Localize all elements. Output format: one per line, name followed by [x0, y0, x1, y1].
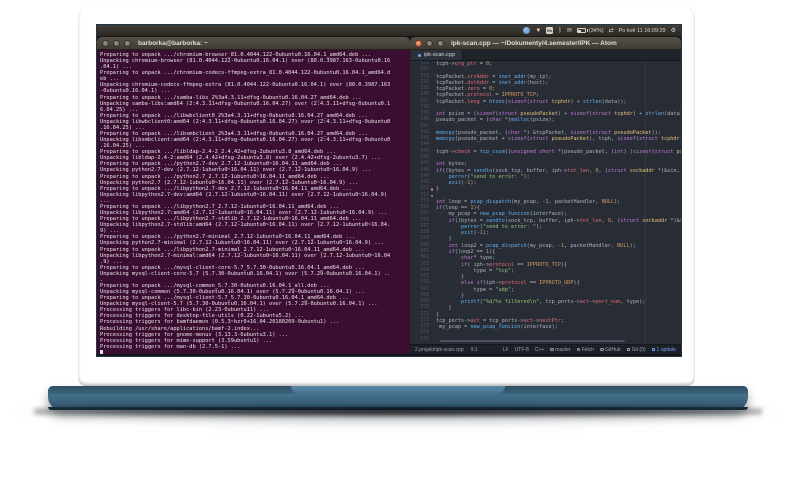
status-file-path[interactable]: 2.projekt/ipk-scan.cpp	[415, 347, 464, 353]
terminal-lines: Preparing to unpack .../chromium-browser…	[100, 52, 410, 354]
wrap-guide	[645, 61, 646, 344]
mail-icon[interactable]: ✉	[567, 28, 572, 34]
terminal-line: Unpacking libsmbclient:amd64 (2:4.3.11+d…	[100, 137, 391, 144]
software-update-icon[interactable]	[523, 27, 531, 34]
atom-titlebar[interactable]: ipk-scan.cpp — ~/Dokumenty/4.semester/IP…	[410, 37, 681, 50]
terminal-line: Unpacking python2.7-minimal (2.7.12-1ubu…	[100, 240, 384, 247]
terminal-line: Preparing to unpack .../libwbclient0_2%3…	[100, 112, 368, 119]
tab-label: ipk-scan.cpp	[424, 52, 455, 58]
battery-icon	[576, 28, 586, 33]
desktop-windows: barborka@barborka: ~ Preparing to unpack…	[97, 37, 681, 356]
lint-error-icon	[430, 194, 433, 198]
editor-code[interactable]: tcph->urg_ptr = 0; tcpPacket.srcAddr = i…	[434, 61, 681, 344]
fetch-icon	[576, 347, 581, 352]
atom-title: ipk-scan.cpp — ~/Dokumenty/4.semester/IP…	[451, 39, 617, 47]
battery-tip	[586, 29, 588, 32]
terminal-line: Unpacking libpython2.7-stdlib:amd64 (2.7…	[100, 222, 391, 229]
terminal-maximize-button[interactable]	[124, 39, 131, 47]
tab-ipk-scan[interactable]: ipk-scan.cpp	[411, 50, 463, 60]
status-grammar[interactable]: C++	[535, 347, 544, 353]
volume-icon[interactable]: ▼	[535, 28, 541, 34]
laptop-mockup: ▼ En ᛒ ✉ (34%) ⇄ Po kvě 11 16:09:29 ⚙ ba…	[0, 0, 800, 477]
laptop-shadow	[34, 407, 762, 416]
github-icon	[600, 347, 604, 352]
battery-indicator[interactable]: (34%)	[576, 27, 604, 34]
screen-display: ▼ En ᛒ ✉ (34%) ⇄ Po kvě 11 16:09:29 ⚙ ba…	[97, 25, 681, 356]
terminal-line: Unpacking libpython2.7-dev:amd64 (2.7.12…	[100, 191, 388, 198]
terminal-line: Preparing to unpack .../mysql-client-cor…	[100, 264, 365, 271]
line-number: 575	[420, 336, 429, 342]
network-sync-icon[interactable]: ⇄	[609, 28, 614, 34]
terminal-body[interactable]: Preparing to unpack .../chromium-browser…	[97, 50, 410, 354]
terminal-line: Unpacking libpython2.7-minimal:amd64 (2.…	[100, 252, 391, 259]
update-icon	[651, 347, 656, 352]
status-git-branch[interactable]: master	[550, 347, 571, 353]
terminal-titlebar[interactable]: barborka@barborka: ~	[97, 37, 410, 50]
laptop-screen-bezel: ▼ En ᛒ ✉ (34%) ⇄ Po kvě 11 16:09:29 ⚙ ba…	[78, 3, 695, 386]
session-gear-icon[interactable]: ⚙	[671, 28, 676, 34]
status-cursor-position[interactable]: 9:1	[471, 347, 478, 353]
clock[interactable]: Po kvě 11 16:09:29	[619, 28, 666, 34]
terminal-line: Preparing to unpack .../chromium-codecs-…	[100, 70, 391, 77]
status-line-ending[interactable]: LF	[503, 347, 509, 353]
terminal-line: Preparing to unpack .../libpython2.7-min…	[100, 246, 365, 253]
terminal-line: Unpacking samba-libs:amd64 (2:4.3.11+dfs…	[100, 100, 391, 107]
terminal-minimize-button[interactable]	[113, 39, 120, 47]
terminal-close-button[interactable]	[102, 39, 109, 47]
terminal-title: barborka@barborka: ~	[138, 39, 208, 47]
terminal-line: Unpacking mysql-client-core-5.7 (5.7.30-…	[100, 270, 391, 277]
atom-status-bar: 2.projekt/ipk-scan.cpp 9:1 LF UTF-8 C++ …	[410, 344, 681, 354]
status-fetch[interactable]: Fetch	[576, 347, 594, 353]
atom-minimize-button[interactable]	[426, 39, 433, 47]
terminal-line: Unpacking chromium-browser (81.0.4044.12…	[100, 58, 391, 65]
status-update-available[interactable]: 1 update	[651, 347, 676, 353]
lint-error-icon	[430, 188, 433, 191]
atom-close-button[interactable]	[415, 39, 422, 47]
status-github[interactable]: GitHub	[600, 347, 621, 353]
terminal-line: Unpacking python2.7-dev (2.7.12-1ubuntu0…	[100, 167, 372, 174]
file-type-icon	[418, 53, 421, 57]
system-top-panel: ▼ En ᛒ ✉ (34%) ⇄ Po kvě 11 16:09:29 ⚙	[97, 25, 681, 37]
branch-icon	[550, 347, 554, 352]
laptop-lid-scoop	[291, 386, 505, 394]
battery-percent: (34%)	[588, 27, 604, 34]
keyboard-layout-indicator[interactable]: En	[546, 27, 554, 34]
terminal-cursor	[100, 349, 104, 354]
status-encoding[interactable]: UTF-8	[515, 347, 529, 353]
terminal-line: Unpacking libwbclient0:amd64 (2:4.3.11+d…	[100, 118, 391, 125]
atom-window: ipk-scan.cpp — ~/Dokumenty/4.semester/IP…	[410, 37, 681, 354]
git-icon	[626, 347, 631, 352]
atom-maximize-button[interactable]	[437, 39, 444, 47]
editor-gutter: 531 532 533 534 535 536 537 538 539 540 541 542 543 5…	[410, 61, 434, 344]
horizontal-scrollbar[interactable]	[440, 340, 625, 342]
code-editor[interactable]: 531 532 533 534 535 536 537 538 539 540 541 542 543 5…	[410, 61, 681, 344]
atom-tab-bar: ipk-scan.cpp	[410, 50, 681, 61]
terminal-window: barborka@barborka: ~ Preparing to unpack…	[97, 37, 410, 354]
status-git-changes[interactable]: Git (0)	[626, 347, 646, 353]
bluetooth-icon[interactable]: ᛒ	[558, 28, 562, 34]
